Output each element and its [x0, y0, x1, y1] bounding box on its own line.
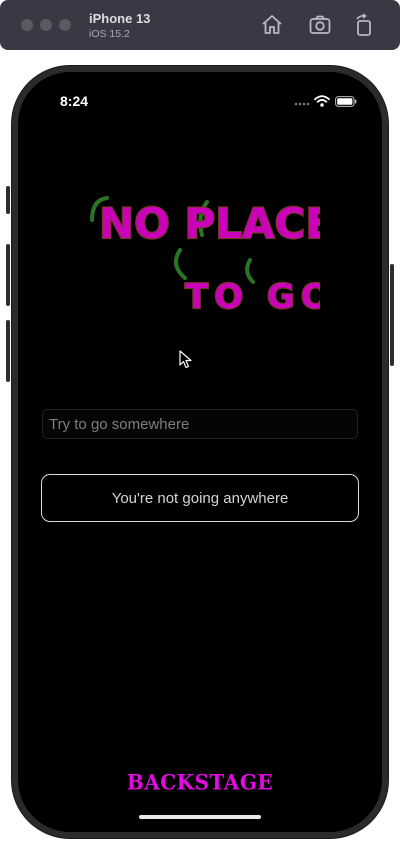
home-icon[interactable]: [260, 13, 284, 37]
minimize-window-button[interactable]: [40, 19, 52, 31]
signal-icon: [294, 102, 310, 106]
zoom-window-button[interactable]: [59, 19, 71, 31]
logo-line2: TO GO: [185, 277, 320, 317]
go-button-label: You're not going anywhere: [111, 489, 289, 507]
battery-icon: [335, 96, 357, 107]
home-indicator[interactable]: [139, 815, 261, 819]
screenshot-icon[interactable]: [308, 13, 332, 37]
device-name: iPhone 13: [89, 11, 151, 26]
app-logo: NO PLACE TO GO: [90, 196, 320, 318]
close-window-button[interactable]: [21, 19, 33, 31]
volume-up-button: [6, 244, 10, 306]
cursor-icon: [179, 350, 192, 369]
backstage-brand: BACKSTAGE: [126, 769, 274, 795]
logo-line1: NO PLACE: [99, 199, 320, 248]
volume-down-button: [6, 320, 10, 382]
rotate-icon[interactable]: [352, 13, 376, 37]
search-input[interactable]: [42, 409, 358, 439]
os-version: iOS 15.2: [89, 28, 130, 40]
device-screen: [18, 72, 382, 832]
go-button[interactable]: You're not going anywhere: [41, 474, 359, 522]
simulator-titlebar: iPhone 13 iOS 15.2: [0, 0, 400, 50]
mute-switch: [6, 186, 10, 214]
power-button: [390, 264, 394, 366]
status-time: 8:24: [60, 93, 89, 109]
wifi-icon: [314, 95, 330, 107]
